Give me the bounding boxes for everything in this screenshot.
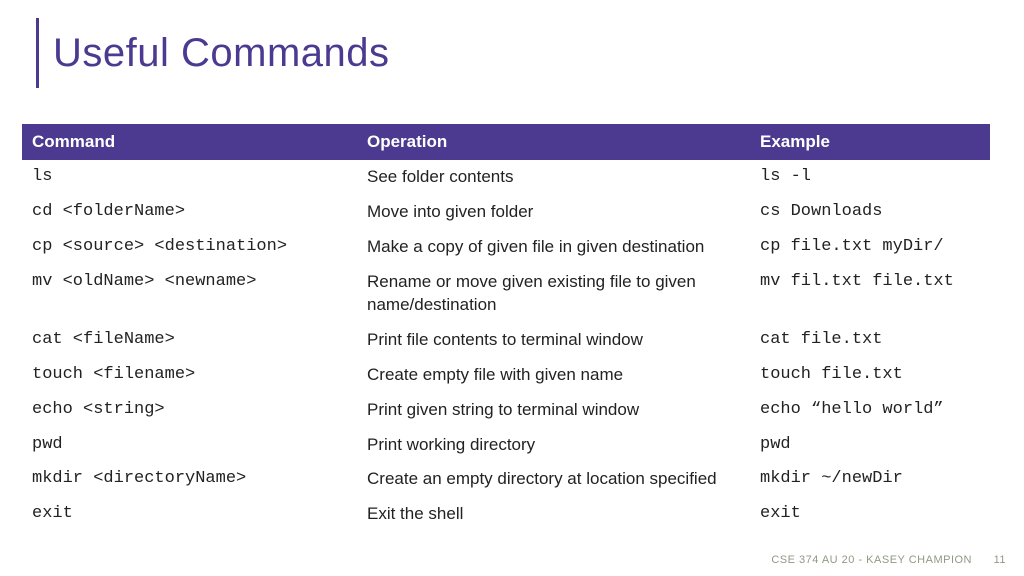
cell-command: touch <filename> (22, 358, 357, 393)
cell-operation: Move into given folder (357, 195, 750, 230)
cell-command: cp <source> <destination> (22, 230, 357, 265)
table-row: exit Exit the shell exit (22, 497, 990, 532)
cell-example: mkdir ~/newDir (750, 462, 990, 497)
cell-command: mkdir <directoryName> (22, 462, 357, 497)
cell-operation: Rename or move given existing file to gi… (357, 265, 750, 323)
slide-title: Useful Commands (53, 31, 390, 76)
cell-command: cat <fileName> (22, 323, 357, 358)
cell-operation: Print working directory (357, 428, 750, 463)
cell-example: ls -l (750, 160, 990, 195)
header-command: Command (22, 124, 357, 160)
table-row: cd <folderName> Move into given folder c… (22, 195, 990, 230)
cell-command: echo <string> (22, 393, 357, 428)
cell-operation: Make a copy of given file in given desti… (357, 230, 750, 265)
commands-table: Command Operation Example ls See folder … (22, 124, 990, 532)
table-row: pwd Print working directory pwd (22, 428, 990, 463)
footer-page: 11 (994, 554, 1006, 566)
table-row: cp <source> <destination> Make a copy of… (22, 230, 990, 265)
title-block: Useful Commands (36, 18, 390, 88)
cell-command: exit (22, 497, 357, 532)
cell-example: echo “hello world” (750, 393, 990, 428)
cell-operation: Print given string to terminal window (357, 393, 750, 428)
cell-example: pwd (750, 428, 990, 463)
table-row: echo <string> Print given string to term… (22, 393, 990, 428)
cell-example: cp file.txt myDir/ (750, 230, 990, 265)
cell-command: mv <oldName> <newname> (22, 265, 357, 323)
table-row: mv <oldName> <newname> Rename or move gi… (22, 265, 990, 323)
cell-operation: See folder contents (357, 160, 750, 195)
header-operation: Operation (357, 124, 750, 160)
cell-operation: Create an empty directory at location sp… (357, 462, 750, 497)
table-row: cat <fileName> Print file contents to te… (22, 323, 990, 358)
table-header-row: Command Operation Example (22, 124, 990, 160)
cell-operation: Create empty file with given name (357, 358, 750, 393)
cell-operation: Print file contents to terminal window (357, 323, 750, 358)
cell-operation: Exit the shell (357, 497, 750, 532)
footer-course: CSE 374 AU 20 - KASEY CHAMPION (771, 554, 972, 566)
cell-command: pwd (22, 428, 357, 463)
cell-command: cd <folderName> (22, 195, 357, 230)
slide-footer: CSE 374 AU 20 - KASEY CHAMPION 11 (771, 554, 1006, 566)
header-example: Example (750, 124, 990, 160)
table-row: mkdir <directoryName> Create an empty di… (22, 462, 990, 497)
cell-example: mv fil.txt file.txt (750, 265, 990, 323)
table-row: ls See folder contents ls -l (22, 160, 990, 195)
cell-example: touch file.txt (750, 358, 990, 393)
cell-command: ls (22, 160, 357, 195)
cell-example: exit (750, 497, 990, 532)
table-row: touch <filename> Create empty file with … (22, 358, 990, 393)
cell-example: cs Downloads (750, 195, 990, 230)
cell-example: cat file.txt (750, 323, 990, 358)
